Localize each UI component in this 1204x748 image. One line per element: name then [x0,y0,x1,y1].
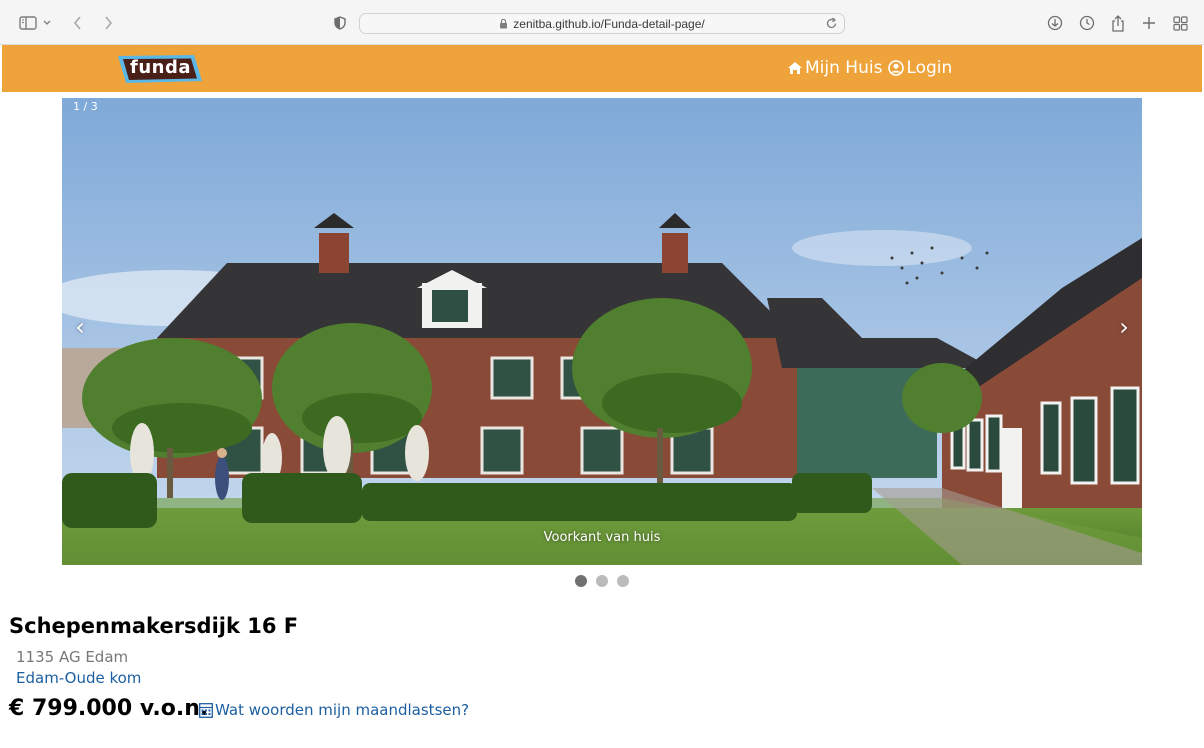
listing-postcode: 1135 AG Edam [16,648,129,666]
previous-slide-button[interactable]: ‹ [68,315,92,340]
forward-icon[interactable] [98,13,118,33]
nav-item-mijn-huis[interactable]: Mijn Huis [787,58,882,78]
browser-toolbar: zenitba.github.io/Funda-detail-page/ [0,0,1204,45]
user-circle-icon [888,60,905,76]
site-header: funda Mijn Huis Login [2,45,1202,92]
nav-item-login[interactable]: Login [888,58,952,78]
share-icon[interactable] [1108,13,1128,33]
chevron-down-icon[interactable] [40,13,54,33]
nav-label-mijn-huis: Mijn Huis [805,58,883,78]
nav-label-login: Login [906,58,953,78]
new-tab-icon[interactable] [1139,13,1159,33]
tab-overview-icon[interactable] [1170,13,1190,33]
carousel-dot-3[interactable] [617,575,629,587]
neighbourhood-link[interactable]: Edam-Oude kom [16,669,141,687]
downloads-icon[interactable] [1045,13,1065,33]
carousel-dot-2[interactable] [596,575,608,587]
house-photo [62,98,1142,565]
mortgage-calculator-label: Wat woorden mijn maandlastsen? [215,701,470,719]
address-bar[interactable]: zenitba.github.io/Funda-detail-page/ [359,13,845,34]
main-nav: Mijn Huis Login [787,58,952,78]
reload-icon[interactable] [825,17,838,30]
next-slide-button[interactable]: › [1112,315,1136,340]
privacy-shield-icon[interactable] [330,13,350,33]
carousel-dot-1[interactable] [575,575,587,587]
listing-address: Schepenmakersdijk 16 F [9,614,299,638]
logo-text: funda [130,57,191,78]
slide-caption: Voorkant van huis [543,530,661,545]
calculator-icon [199,702,213,718]
lock-icon [500,18,508,29]
sidebar-toggle-icon[interactable] [18,13,38,33]
photo-carousel[interactable]: 1 / 3 Voorkant van huis ‹ › [62,98,1142,565]
slide-counter: 1 / 3 [73,100,98,113]
funda-logo[interactable]: funda [116,53,203,85]
carousel-dots [575,575,629,587]
history-icon[interactable] [1077,13,1097,33]
home-icon [788,62,802,74]
listing-price: € 799.000 v.o.n. [9,696,209,721]
back-icon[interactable] [68,13,88,33]
mortgage-calculator-link[interactable]: Wat woorden mijn maandlastsen? [199,701,469,719]
url-text: zenitba.github.io/Funda-detail-page/ [513,16,705,31]
